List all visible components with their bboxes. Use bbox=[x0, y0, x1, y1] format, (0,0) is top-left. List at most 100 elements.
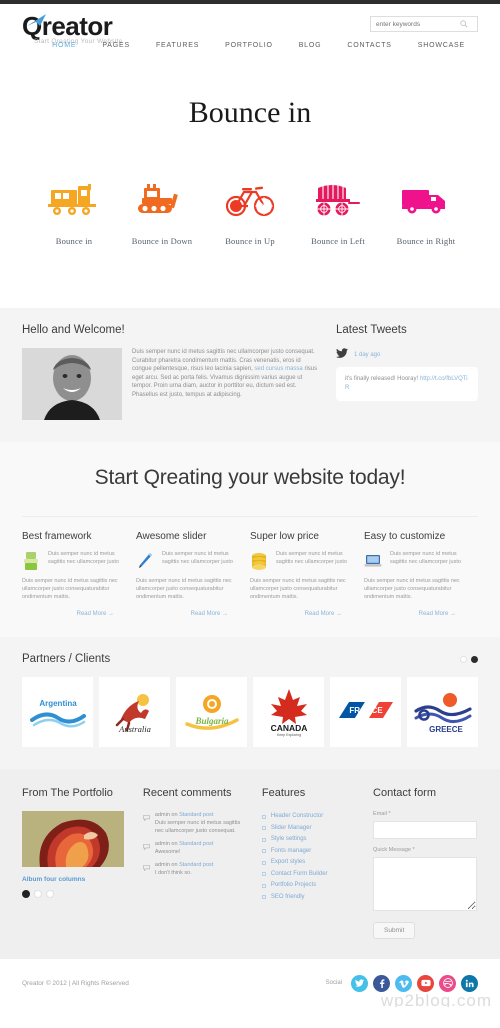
tweet-text: it's finally released! Hooray! bbox=[345, 376, 420, 382]
comment-author: admin on bbox=[154, 812, 180, 818]
partner-logo-france[interactable]: FRANCE bbox=[330, 677, 401, 747]
green-brush-icon bbox=[22, 550, 42, 574]
site-header: Qreator Start Qreating Your Website HOME… bbox=[0, 4, 500, 66]
bullet-square-icon bbox=[261, 883, 266, 888]
comment-author: admin on bbox=[154, 841, 180, 847]
portfolio-pagination[interactable] bbox=[22, 890, 129, 898]
read-more-link[interactable]: Read More → bbox=[22, 611, 126, 617]
feature-list-item[interactable]: Portfolio Projects bbox=[261, 880, 359, 892]
search-icon[interactable] bbox=[457, 20, 471, 28]
welcome-paragraph: Duis semper nunc id metus sagittis nec u… bbox=[132, 348, 318, 420]
bullet-square-icon bbox=[261, 895, 266, 900]
email-label: Email * bbox=[373, 811, 391, 817]
email-field[interactable] bbox=[373, 821, 478, 839]
nav-item-features[interactable]: FEATURES bbox=[143, 42, 212, 49]
bullet-square-icon bbox=[261, 849, 266, 854]
widget-recent-comments: Recent comments admin on Standard post Du… bbox=[143, 787, 248, 939]
partner-logo-canada[interactable]: CANADA Keep Exploring bbox=[253, 677, 324, 747]
facebook-icon[interactable] bbox=[373, 974, 390, 992]
avatar bbox=[22, 348, 122, 420]
nav-item-home[interactable]: HOME bbox=[39, 42, 89, 49]
read-more-link[interactable]: Read More → bbox=[364, 611, 468, 617]
partner-logo-bulgaria[interactable]: Bulgaria bbox=[176, 677, 247, 747]
welcome-inline-link[interactable]: sed cursus massa bbox=[254, 366, 302, 372]
comment-bubble-icon bbox=[143, 840, 151, 856]
page-title: Bounce in bbox=[188, 96, 312, 129]
wagon-icon bbox=[294, 174, 382, 226]
partners-title: Partners / Clients bbox=[22, 653, 111, 665]
copyright-text: Qreator © 2012 | All Rights Reserved bbox=[22, 979, 129, 987]
read-more-link[interactable]: Read More → bbox=[136, 611, 240, 617]
laptop-icon bbox=[364, 550, 384, 574]
feature-list-item[interactable]: Fonts manager bbox=[261, 846, 359, 858]
portfolio-link[interactable]: Album four columns bbox=[22, 876, 129, 883]
welcome-section: Hello and Welcome! Duis semper nunc id m… bbox=[0, 308, 500, 442]
portfolio-dot-3[interactable] bbox=[46, 890, 54, 898]
feature-list-item[interactable]: Export styles bbox=[261, 857, 359, 869]
comment-post-link[interactable]: Standard post bbox=[179, 862, 213, 868]
feature-list-item[interactable]: SEO friendly bbox=[261, 892, 359, 904]
partners-pagination[interactable] bbox=[460, 656, 478, 663]
portfolio-thumbnail[interactable] bbox=[22, 811, 124, 867]
feature-lead: Duis semper nunc id metus sagittis nec u… bbox=[390, 551, 461, 565]
partner-logo-australia[interactable]: Australia bbox=[99, 677, 170, 747]
comment-post-link[interactable]: Standard post bbox=[179, 812, 213, 818]
feature-body: Duis semper nunc id metus sagittis nec u… bbox=[250, 578, 346, 600]
partners-dot-2[interactable] bbox=[471, 656, 478, 663]
comment-author: admin on bbox=[154, 862, 180, 868]
icon-cell-bounce-in-down[interactable]: Bounce in Down bbox=[118, 174, 206, 246]
main-navigation[interactable]: HOME PAGES FEATURES PORTFOLIO BLOG CONTA… bbox=[39, 42, 478, 49]
icon-cell-bounce-in-up[interactable]: Bounce in Up bbox=[206, 174, 294, 246]
animation-icon-row: Bounce in Bounce in Down Bounce in Up Bo… bbox=[0, 174, 500, 246]
widget-title: Recent comments bbox=[142, 787, 232, 799]
welcome-title: Hello and Welcome! bbox=[22, 324, 125, 336]
australia-logo: Australia bbox=[115, 694, 150, 734]
comment-item: admin on Standard post I don't think so. bbox=[143, 861, 248, 877]
search-input[interactable] bbox=[371, 20, 457, 28]
features-columns: Best framework Duis semper nunc id metus… bbox=[22, 516, 478, 617]
cta-title: Start Qreating your website today! bbox=[94, 466, 406, 489]
partner-logo-greece[interactable]: GREECE bbox=[407, 677, 478, 747]
read-more-link[interactable]: Read More → bbox=[250, 611, 354, 617]
feature-item-label: Contact Form Builder bbox=[270, 870, 328, 877]
widget-portfolio: From The Portfolio Album four columns bbox=[22, 787, 129, 939]
partners-dot-1[interactable] bbox=[460, 656, 467, 663]
message-field[interactable] bbox=[373, 857, 478, 911]
feature-list-item[interactable]: Contact Form Builder bbox=[261, 869, 359, 881]
feature-list-item[interactable]: Header Constructor bbox=[261, 811, 359, 823]
greece-logo: GREECE bbox=[413, 693, 472, 734]
icon-cell-bounce-in-right[interactable]: Bounce in Right bbox=[382, 174, 470, 246]
youtube-icon[interactable] bbox=[417, 974, 434, 992]
portfolio-dot-2[interactable] bbox=[34, 890, 42, 898]
hero-section: Bounce in Bounce in Bounce in Down Bounc… bbox=[0, 66, 500, 308]
feature-list-item[interactable]: Style settings bbox=[261, 834, 359, 846]
message-label: Quick Message * bbox=[373, 847, 415, 853]
comment-post-link[interactable]: Standard post bbox=[179, 841, 213, 847]
feature-col-easy-to-customize: Easy to customize Duis semper nunc id me… bbox=[364, 531, 478, 617]
vimeo-icon[interactable] bbox=[395, 974, 412, 992]
search-box[interactable] bbox=[370, 16, 478, 32]
nav-item-pages[interactable]: PAGES bbox=[89, 42, 143, 49]
twitter-icon[interactable] bbox=[351, 974, 368, 992]
feature-item-label: Export styles bbox=[270, 859, 306, 865]
nav-item-portfolio[interactable]: PORTFOLIO bbox=[212, 42, 286, 49]
partner-logo-argentina[interactable]: Argentina bbox=[22, 677, 93, 747]
icon-cell-bounce-in-left[interactable]: Bounce in Left bbox=[294, 174, 382, 246]
icon-cell-bounce-in[interactable]: Bounce in bbox=[30, 174, 118, 246]
feature-col-super-low-price: Super low price Duis semper nunc id metu… bbox=[250, 531, 364, 617]
footer-widgets: From The Portfolio Album four columns Re… bbox=[0, 769, 500, 959]
linkedin-icon[interactable] bbox=[461, 974, 478, 992]
submit-button[interactable]: Submit bbox=[373, 922, 416, 939]
dribbble-icon[interactable] bbox=[439, 974, 456, 992]
feature-list-item[interactable]: Slider Manager bbox=[261, 823, 359, 835]
bullet-square-icon bbox=[261, 837, 266, 842]
feature-item-label: Fonts manager bbox=[270, 847, 312, 854]
twitter-bird-icon bbox=[336, 348, 348, 361]
logo[interactable]: Qreator Start Qreating Your Website bbox=[22, 12, 123, 45]
nav-item-blog[interactable]: BLOG bbox=[286, 42, 335, 49]
tweet-timestamp: 1 day ago bbox=[354, 351, 381, 358]
widget-title: Features bbox=[261, 787, 306, 799]
nav-item-contacts[interactable]: CONTACTS bbox=[334, 42, 404, 49]
portfolio-dot-1[interactable] bbox=[22, 890, 30, 898]
nav-item-showcase[interactable]: SHOWCASE bbox=[405, 42, 478, 49]
